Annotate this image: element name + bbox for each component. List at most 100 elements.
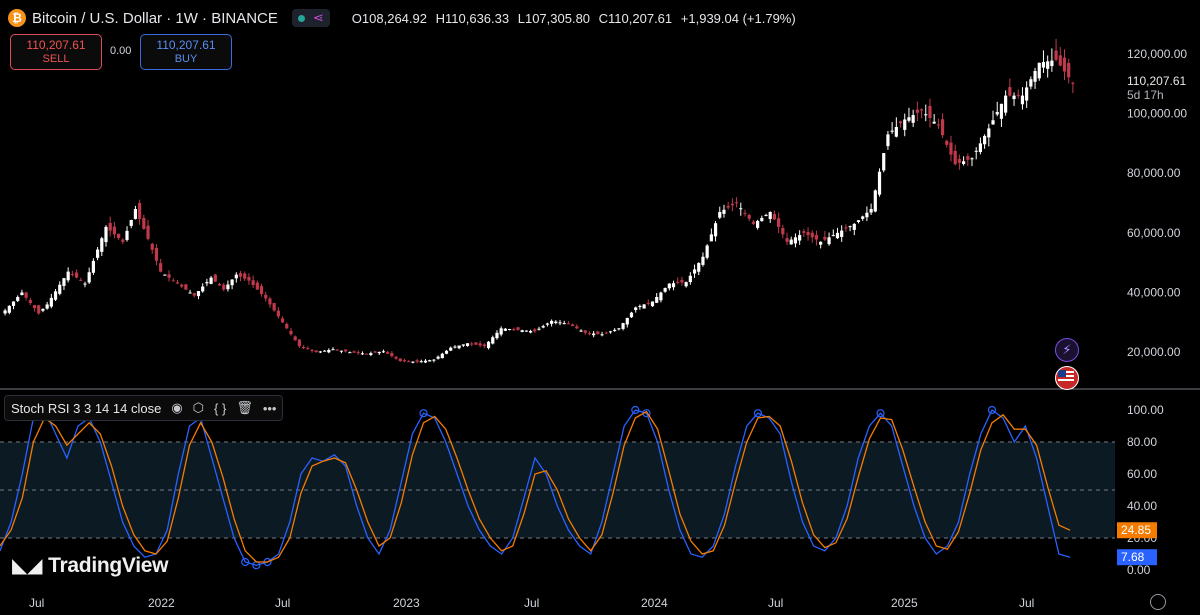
candle-body [201,286,205,292]
candle-body [53,291,58,300]
candle [486,340,491,350]
candle [289,328,293,336]
candle-body [79,279,83,281]
candle [751,219,755,226]
low-value: L107,305.80 [517,10,591,26]
candle [978,137,983,155]
candle-body [726,205,730,208]
candle [16,295,20,302]
indicator-legend[interactable]: Stoch RSI 3 3 14 14 close ◉ ⬡ { } 🗑 ••• [4,395,284,421]
candle [24,291,28,301]
candle-body [806,232,810,236]
us-flag-icon[interactable] [1055,366,1079,390]
candle [806,227,810,241]
source-code-icon[interactable]: { } [214,401,226,416]
candle [877,168,882,197]
candle-body [428,360,432,362]
candle-body [32,305,37,309]
candle [524,330,528,332]
candle [520,329,524,333]
candle-body [436,356,440,359]
candle-body [528,330,533,333]
candle [1046,55,1050,78]
candle-body [360,353,365,355]
bitcoin-icon: ₿ [8,9,26,27]
candle-body [1029,79,1033,87]
candle [671,280,676,291]
candle [386,350,390,355]
candle-body [747,214,751,219]
candle [764,213,768,217]
stoch-tick-label: 80.00 [1127,435,1157,449]
candle [1008,78,1012,97]
candle-body [301,346,306,348]
candle [919,108,924,119]
candle [831,229,835,237]
candle-body [117,233,121,239]
candle [629,311,634,318]
trash-icon[interactable]: 🗑 [236,400,253,416]
candle [11,301,16,310]
candle [848,225,852,232]
candle-body [205,282,209,284]
candle-body [915,109,919,113]
eye-icon[interactable]: ◉ [171,400,182,416]
candle-body [49,297,53,307]
candle [436,355,440,360]
candle-body [222,284,226,290]
candle [306,346,310,350]
candle-body [587,333,592,335]
candle [28,297,32,305]
candle-body [167,274,171,278]
sell-button[interactable]: 110,207.61 SELL [10,34,102,70]
candle-body [247,276,251,281]
candle-body [293,336,297,341]
candle [898,120,903,128]
candle [940,113,945,138]
candle-body [940,119,945,136]
candle-body [58,284,62,294]
candle-body [192,293,196,296]
candle-body [877,171,882,195]
candle [339,350,344,354]
candle [995,101,999,117]
candle-body [121,239,125,242]
candle [247,273,251,285]
candle-body [810,232,814,238]
candle-body [209,277,213,284]
buy-button[interactable]: 110,207.61 BUY [140,34,232,70]
candle [1041,50,1046,73]
indicator-name[interactable]: Stoch RSI 3 3 14 14 close [11,401,161,416]
candle [167,270,171,282]
market-status[interactable]: ⋖ [291,9,330,27]
candle-body [734,202,739,204]
candle-body [1033,71,1037,82]
share-icon[interactable]: ⋖ [313,10,324,26]
chart-canvas[interactable]: 20,000.00 40,000.00 60,000.00 80,000.00 100,… [0,0,1200,615]
candle [692,264,697,278]
candle-body [457,345,461,349]
candle-body [516,327,520,330]
candle-body [507,329,512,331]
candle [184,283,188,291]
symbol-header[interactable]: ₿ Bitcoin / U.S. Dollar · 1W · BINANCE ⋖… [8,8,801,28]
candle [45,301,49,310]
candle-body [684,282,688,287]
settings-icon[interactable]: ⬡ [193,400,204,416]
candle-body [1012,95,1016,100]
candle [768,211,772,223]
candle-body [680,279,684,283]
candle [781,224,785,239]
lightning-icon[interactable]: ⚡ [1055,338,1079,362]
candle [823,230,827,242]
candle [259,283,264,297]
candle [70,270,74,277]
candle-body [264,294,268,299]
candle [415,358,419,364]
gear-icon[interactable] [1150,594,1166,610]
candle [381,349,386,353]
candle [730,198,734,212]
candle [1037,62,1041,81]
symbol-title[interactable]: Bitcoin / U.S. Dollar · 1W · BINANCE [32,10,278,27]
more-icon[interactable]: ••• [263,401,277,416]
